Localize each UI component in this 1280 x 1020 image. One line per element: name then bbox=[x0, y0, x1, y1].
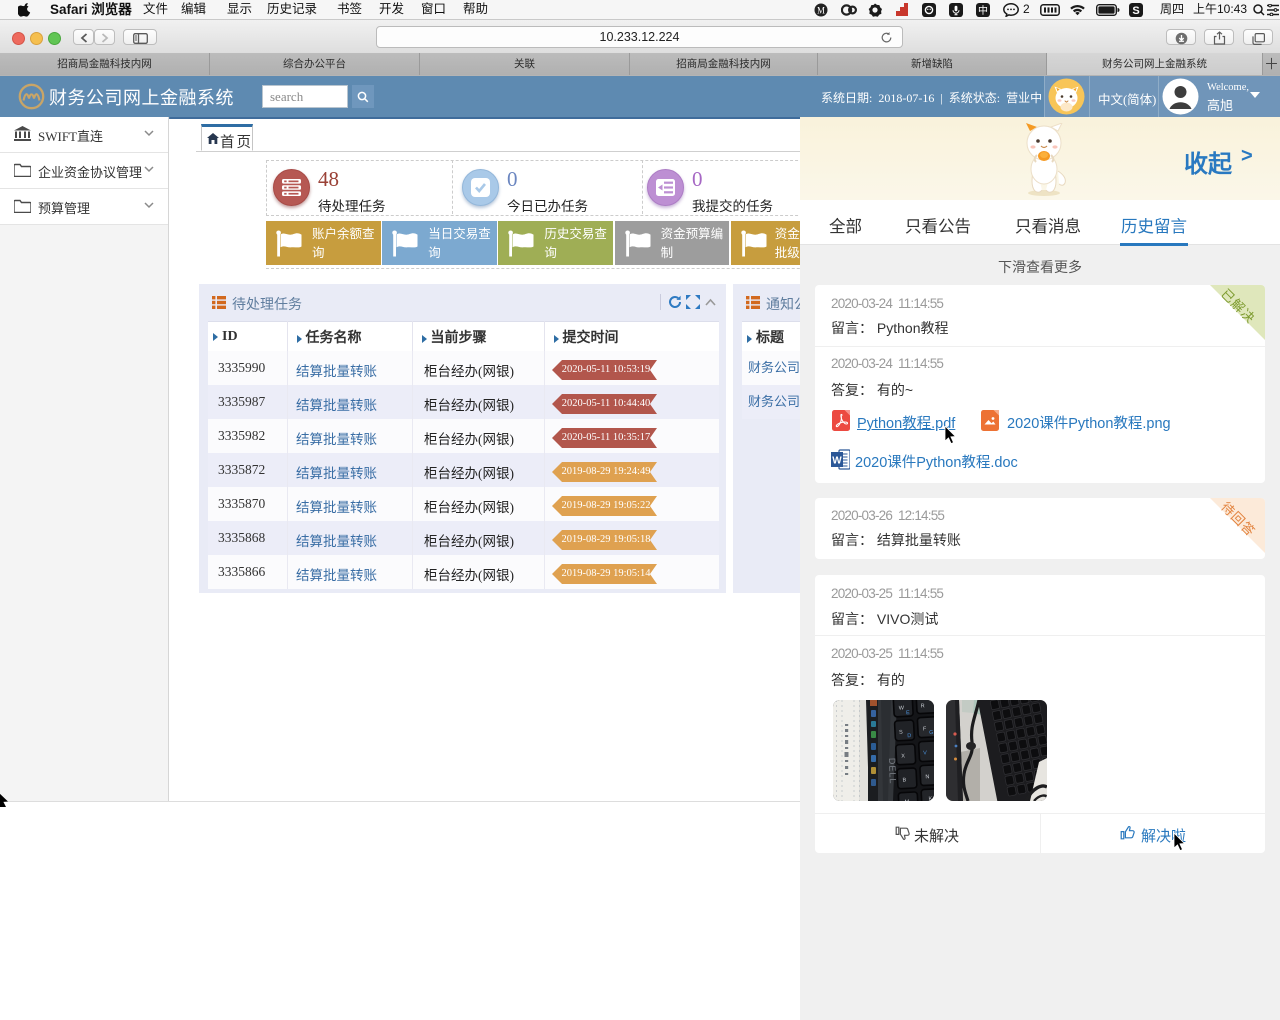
svg-text:X: X bbox=[901, 753, 905, 759]
svg-text:R: R bbox=[921, 703, 925, 709]
svg-text:S: S bbox=[899, 729, 903, 735]
svg-text:N: N bbox=[925, 774, 929, 780]
svg-text:K: K bbox=[928, 796, 932, 801]
svg-text:V: V bbox=[923, 750, 927, 756]
svg-text:D: D bbox=[907, 733, 911, 739]
svg-text:W: W bbox=[832, 456, 842, 467]
svg-text:S: S bbox=[1132, 5, 1139, 17]
svg-text:G: G bbox=[929, 730, 934, 736]
svg-text:中: 中 bbox=[978, 4, 988, 17]
svg-text:E: E bbox=[906, 710, 910, 716]
svg-text:B: B bbox=[902, 777, 906, 783]
svg-text:M: M bbox=[905, 799, 910, 801]
svg-text:M: M bbox=[817, 6, 825, 16]
